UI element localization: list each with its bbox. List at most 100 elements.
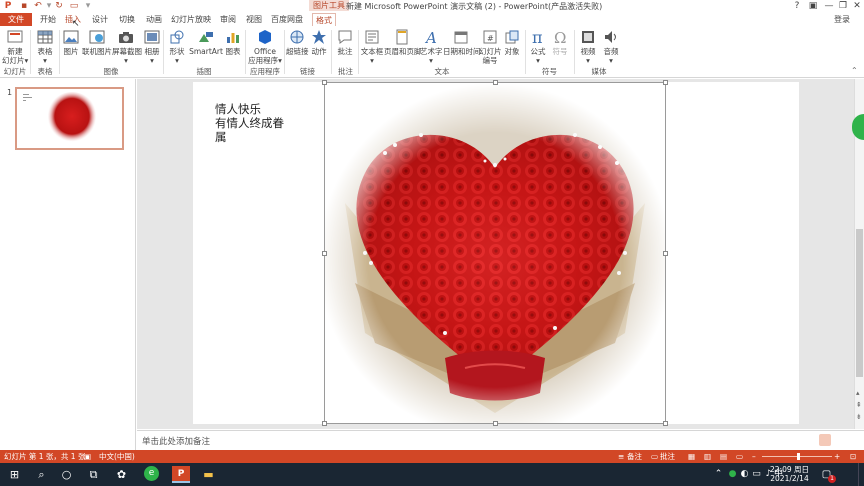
notes-toggle-icon[interactable]: ≡ [618, 450, 624, 463]
resize-handle-right[interactable] [663, 251, 668, 256]
spell-check-icon[interactable]: ▣ [84, 450, 91, 463]
clock-date: 2021/2/14 [770, 474, 809, 483]
notification-badge: 1 [828, 475, 836, 483]
resize-handle-top-right[interactable] [663, 80, 668, 85]
search-icon[interactable]: ⌕ [33, 466, 50, 483]
comments-toggle-button[interactable]: 批注 [660, 450, 675, 463]
datetime-button[interactable]: 日期和时间 [443, 28, 481, 56]
video-button[interactable]: 视频 ▾ [577, 28, 599, 65]
scroll-up-icon[interactable]: ▴ [856, 389, 860, 397]
tab-animations[interactable]: 动画 [143, 13, 165, 26]
fit-slide-icon[interactable]: ⊡ [850, 450, 856, 463]
picture-icon [63, 30, 79, 44]
chart-button[interactable]: 图表 [223, 28, 243, 56]
online-picture-button[interactable]: 联机图片 [82, 28, 112, 56]
slide-text-line: 有情人终成眷 [215, 116, 284, 130]
resize-handle-top-left[interactable] [322, 80, 327, 85]
shapes-button[interactable]: 形状 ▾ [166, 28, 188, 65]
comment-button[interactable]: 批注 [334, 28, 356, 56]
smartart-button[interactable]: SmartArt [189, 28, 223, 56]
slide-number-button[interactable]: # 幻灯片 编号 [479, 28, 502, 65]
collapse-ribbon-icon[interactable]: ⌃ [851, 66, 858, 75]
resize-handle-bottom-right[interactable] [663, 421, 668, 426]
resize-handle-bottom-left[interactable] [322, 421, 327, 426]
next-slide-icon[interactable]: ⇟ [856, 413, 862, 421]
tab-slideshow[interactable]: 幻灯片放映 [170, 13, 212, 26]
audio-button[interactable]: 音频 ▾ [600, 28, 622, 65]
hyperlink-icon [290, 30, 304, 44]
slide-canvas[interactable]: 情人快乐 有情人终成眷 属 [193, 80, 799, 426]
table-button[interactable]: 表格 ▾ [34, 28, 56, 65]
minimize-icon[interactable]: — [822, 0, 836, 13]
show-desktop-button[interactable] [858, 463, 864, 486]
tab-review[interactable]: 审阅 [217, 13, 239, 26]
zoom-in-icon[interactable]: + [834, 450, 840, 463]
pinned-app-icon[interactable]: ✿ [113, 466, 130, 483]
close-icon[interactable]: ✕ [850, 0, 864, 13]
group-separator [358, 30, 359, 74]
header-footer-icon [396, 29, 408, 45]
ribbon-display-options-icon[interactable]: ▣ [806, 0, 820, 13]
powerpoint-taskbar-icon[interactable]: P [172, 466, 190, 483]
tab-baidu-netdisk[interactable]: 百度网盘 [270, 13, 304, 26]
start-slideshow-icon[interactable]: ▭ [69, 1, 79, 11]
selected-picture-frame[interactable] [322, 80, 668, 426]
notes-pane[interactable]: 单击此处添加备注 [137, 430, 864, 450]
tab-format[interactable]: 格式 [312, 13, 336, 26]
comment-icon [338, 30, 352, 44]
tab-home[interactable]: 开始 [36, 13, 60, 26]
slide-thumbnail-1[interactable] [15, 87, 124, 150]
customize-toolbar-icon[interactable]: ▾ [83, 1, 93, 11]
textbox-button[interactable]: 文本框 ▾ [360, 28, 384, 65]
action-button[interactable]: 动作 [309, 28, 329, 56]
undo-dropdown-icon[interactable]: ▾ [44, 1, 54, 11]
notes-widget-icon[interactable] [819, 434, 831, 446]
tab-file[interactable]: 文件 [0, 13, 32, 26]
file-explorer-icon[interactable]: ▬ [200, 466, 217, 483]
slide-sorter-icon[interactable]: ▥ [704, 450, 711, 463]
equation-button[interactable]: π 公式 ▾ [528, 28, 548, 65]
picture-button[interactable]: 图片 [61, 28, 81, 56]
resize-handle-bottom[interactable] [493, 421, 498, 426]
video-dropdown-icon: ▾ [586, 56, 590, 65]
group-comments-label: 批注 [338, 67, 353, 76]
new-slide-button[interactable]: 新建 幻灯片▾ [2, 28, 28, 65]
object-button[interactable]: 对象 [502, 28, 522, 56]
windows-start-icon[interactable]: ⊞ [6, 466, 23, 483]
taskbar-clock[interactable]: 22:09 周日 2021/2/14 [770, 465, 809, 483]
normal-view-icon[interactable]: ▦ [688, 450, 695, 463]
screenshot-button[interactable]: 屏幕截图 ▾ [112, 28, 142, 65]
wordart-button[interactable]: A 艺术字 ▾ [420, 28, 443, 65]
help-icon[interactable]: ? [790, 0, 804, 13]
restore-icon[interactable]: ❐ [836, 0, 850, 13]
symbol-button[interactable]: Ω 符号 [550, 28, 570, 56]
redo-icon[interactable]: ↻ [54, 1, 64, 11]
task-view-icon[interactable]: ⧉ [85, 466, 102, 483]
undo-icon[interactable]: ↶ [33, 1, 43, 11]
tab-transitions[interactable]: 切换 [116, 13, 138, 26]
comments-toggle-icon[interactable]: ▭ [651, 450, 658, 463]
tab-view[interactable]: 视图 [243, 13, 265, 26]
zoom-slider-thumb[interactable] [797, 453, 800, 460]
album-button[interactable]: 相册 ▾ [142, 28, 162, 65]
save-icon[interactable]: ▪ [19, 1, 29, 11]
tab-design[interactable]: 设计 [89, 13, 111, 26]
previous-slide-icon[interactable]: ⇞ [856, 401, 862, 409]
slide-text-box[interactable]: 情人快乐 有情人终成眷 属 [215, 102, 295, 144]
scrollbar-thumb[interactable] [856, 229, 863, 377]
header-footer-button[interactable]: 页眉和页脚 [384, 28, 422, 56]
notes-toggle-button[interactable]: 备注 [627, 450, 642, 463]
cortana-icon[interactable]: ○ [58, 466, 75, 483]
omega-icon: Ω [554, 29, 566, 46]
browser-icon[interactable]: e [144, 466, 159, 481]
slideshow-view-icon[interactable]: ▭ [736, 450, 743, 463]
hyperlink-button[interactable]: 超链接 [286, 28, 309, 56]
zoom-out-icon[interactable]: – [752, 450, 756, 463]
resize-handle-top[interactable] [493, 80, 498, 85]
reading-view-icon[interactable]: ▤ [720, 450, 727, 463]
login-link[interactable]: 登录 [834, 13, 850, 26]
resize-handle-left[interactable] [322, 251, 327, 256]
office-store-icon [259, 30, 271, 44]
office-apps-button[interactable]: Office 应用程序▾ [247, 28, 283, 65]
language-status[interactable]: 中文(中国) [99, 450, 135, 463]
